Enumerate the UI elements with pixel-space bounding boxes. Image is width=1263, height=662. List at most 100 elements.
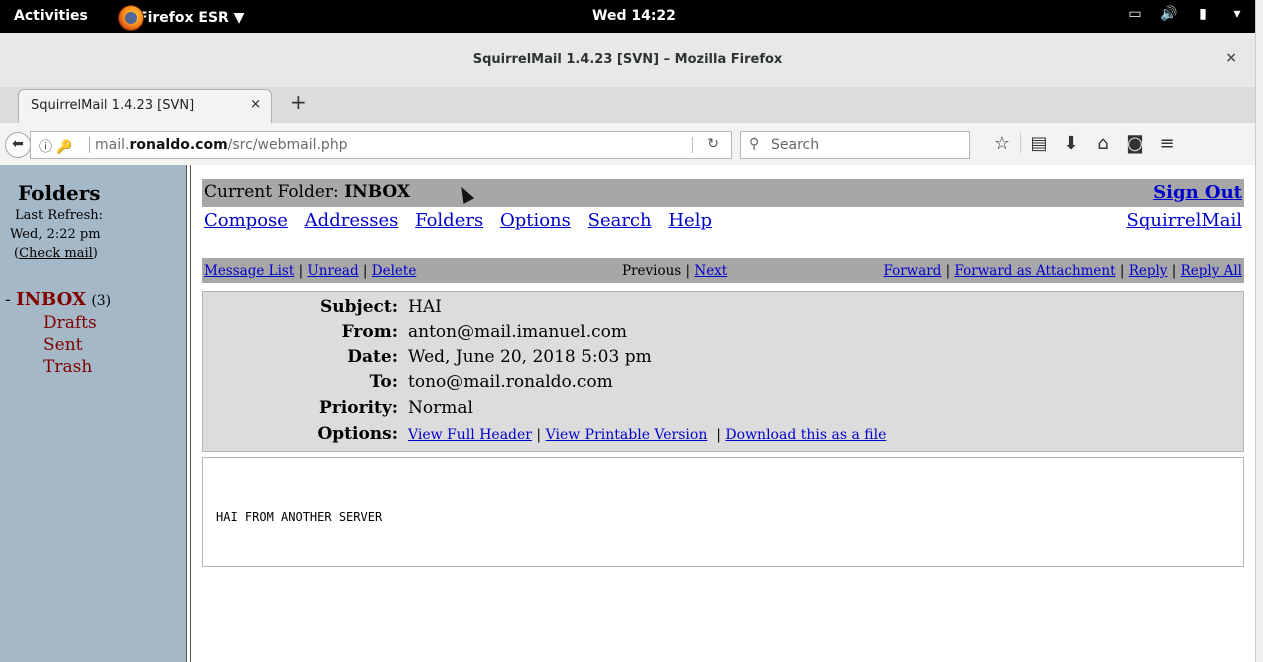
options-links: View Full Header | View Printable Versio… — [408, 427, 887, 443]
options-row: Options: View Full Header | View Printab… — [203, 424, 1243, 449]
system-top-bar: Activities Firefox ESR ▼ Wed 14:22 ▭ 🔊 ▮… — [0, 0, 1263, 33]
clock[interactable]: Wed 14:22 — [592, 8, 676, 24]
squirrelmail-link[interactable]: SquirrelMail — [1127, 210, 1243, 231]
message-list-actions: Message List | Unread | Delete — [204, 263, 417, 279]
forward-attachment-link[interactable]: Forward as Attachment — [955, 263, 1116, 279]
last-refresh-time: Wed, 2:22 pm — [10, 227, 101, 242]
tab-label: SquirrelMail 1.4.23 [SVN] — [31, 98, 195, 113]
navigation-toolbar: ⬅ ⓘ 🔑 mail.ronaldo.com/src/webmail.php ↻… — [0, 123, 1255, 166]
view-printable-link[interactable]: View Printable Version — [546, 427, 708, 443]
back-arrow-icon: ⬅ — [12, 136, 24, 152]
priority-row: Priority: Normal — [203, 398, 1243, 423]
nav-compose[interactable]: Compose — [204, 210, 288, 231]
app-menu-label: Firefox ESR ▼ — [138, 10, 245, 26]
tab-squirrelmail[interactable]: SquirrelMail 1.4.23 [SVN] × — [18, 89, 272, 123]
pocket-icon[interactable]: ◙ — [1119, 133, 1151, 154]
toolbar-icons: ☆ ▤ ⬇ ⌂ ◙ ≡ — [986, 133, 1183, 154]
current-folder-bar: Current Folder: INBOX Sign Out — [202, 179, 1244, 207]
unread-link[interactable]: Unread — [307, 263, 358, 279]
to-value: tono@mail.ronaldo.com — [408, 372, 613, 392]
window-close-button[interactable]: × — [1225, 50, 1237, 66]
nav-options[interactable]: Options — [500, 210, 571, 231]
message-action-bar: Message List | Unread | Delete Previous … — [202, 258, 1244, 283]
volume-icon: 🔊 — [1160, 6, 1178, 22]
tab-close-icon[interactable]: × — [250, 97, 261, 112]
priority-value: Normal — [408, 398, 473, 418]
site-info-icon[interactable]: ⓘ 🔑 — [39, 136, 72, 155]
back-button[interactable]: ⬅ — [5, 132, 31, 158]
delete-link[interactable]: Delete — [372, 263, 417, 279]
nav-help[interactable]: Help — [668, 210, 712, 231]
date-row: Date: Wed, June 20, 2018 5:03 pm — [203, 347, 1243, 372]
folders-title: Folders — [18, 181, 101, 205]
previous-label: Previous — [622, 263, 682, 279]
firefox-logo-icon — [118, 5, 144, 31]
message-pane: Current Folder: INBOX Sign Out Compose A… — [191, 165, 1255, 662]
forward-link[interactable]: Forward — [883, 263, 941, 279]
to-label: To: — [369, 372, 398, 392]
priority-label: Priority: — [319, 398, 398, 418]
nav-addresses[interactable]: Addresses — [305, 210, 399, 231]
screen-icon: ▭ — [1128, 6, 1142, 22]
check-mail-link[interactable]: Check mail — [19, 246, 93, 261]
download-file-link[interactable]: Download this as a file — [725, 427, 886, 443]
chevron-down-icon: ▾ — [1233, 6, 1241, 22]
folder-trash[interactable]: Trash — [5, 356, 111, 378]
to-row: To: tono@mail.ronaldo.com — [203, 372, 1243, 397]
new-tab-button[interactable]: + — [290, 90, 307, 114]
next-link[interactable]: Next — [694, 263, 727, 279]
message-headers: Subject: HAI From: anton@mail.imanuel.co… — [202, 291, 1244, 452]
reply-link[interactable]: Reply — [1129, 263, 1168, 279]
reading-list-icon[interactable]: ▤ — [1023, 133, 1055, 154]
message-list-link[interactable]: Message List — [204, 263, 294, 279]
nav-search[interactable]: Search — [588, 210, 652, 231]
date-value: Wed, June 20, 2018 5:03 pm — [408, 347, 652, 367]
menu-hamburger-icon[interactable]: ≡ — [1151, 133, 1183, 154]
window-edge-scrollbar[interactable] — [1255, 0, 1263, 662]
folder-dash: - — [5, 290, 11, 310]
downloads-icon[interactable]: ⬇ — [1055, 133, 1087, 154]
date-label: Date: — [347, 347, 398, 367]
folder-inbox[interactable]: - INBOX (3) — [5, 289, 111, 312]
sign-out-link[interactable]: Sign Out — [1153, 182, 1242, 203]
subject-value: HAI — [408, 297, 442, 317]
main-nav: Compose Addresses Folders Options Search… — [204, 210, 1244, 231]
last-refresh-label: Last Refresh: — [15, 208, 104, 223]
message-body: HAI FROM ANOTHER SERVER — [202, 457, 1244, 567]
home-icon[interactable]: ⌂ — [1087, 133, 1119, 154]
url-text[interactable]: mail.ronaldo.com/src/webmail.php — [95, 137, 348, 153]
view-full-header-link[interactable]: View Full Header — [408, 427, 532, 443]
message-body-text: HAI FROM ANOTHER SERVER — [216, 510, 383, 524]
folders-pane: Folders Last Refresh: Wed, 2:22 pm (Chec… — [0, 165, 186, 662]
reload-icon[interactable]: ↻ — [707, 136, 719, 152]
folder-drafts[interactable]: Drafts — [5, 312, 111, 334]
url-bar[interactable]: ⓘ 🔑 mail.ronaldo.com/src/webmail.php ↻ — [30, 131, 732, 159]
bookmark-star-icon[interactable]: ☆ — [986, 133, 1018, 154]
app-menu[interactable]: Firefox ESR ▼ — [118, 5, 244, 31]
window-title: SquirrelMail 1.4.23 [SVN] – Mozilla Fire… — [472, 52, 783, 67]
window-titlebar: SquirrelMail 1.4.23 [SVN] – Mozilla Fire… — [0, 33, 1255, 88]
search-placeholder: Search — [771, 137, 820, 153]
from-value: anton@mail.imanuel.com — [408, 322, 627, 342]
url-separator — [89, 137, 90, 153]
system-tray[interactable]: ▭ 🔊 ▮ ▾ — [1125, 6, 1247, 22]
activities-button[interactable]: Activities — [14, 8, 88, 24]
search-input[interactable]: ⚲ Search — [740, 131, 970, 159]
battery-icon: ▮ — [1199, 6, 1207, 22]
search-icon: ⚲ — [749, 136, 760, 152]
nav-folders[interactable]: Folders — [415, 210, 483, 231]
subject-label: Subject: — [320, 297, 398, 317]
folder-list: - INBOX (3) Drafts Sent Trash — [5, 289, 111, 378]
from-label: From: — [341, 322, 398, 342]
folder-inbox-count: (3) — [91, 293, 112, 309]
reply-all-link[interactable]: Reply All — [1181, 263, 1242, 279]
folder-inbox-label[interactable]: INBOX — [16, 289, 86, 310]
tab-bar: SquirrelMail 1.4.23 [SVN] × + — [0, 87, 1255, 124]
current-folder: Current Folder: INBOX — [204, 182, 411, 202]
check-mail-wrapper: (Check mail) — [14, 246, 98, 261]
folder-sent[interactable]: Sent — [5, 334, 111, 356]
reply-actions: Forward | Forward as Attachment | Reply … — [883, 263, 1242, 279]
subject-row: Subject: HAI — [203, 297, 1243, 322]
options-label: Options: — [317, 424, 398, 444]
prev-next: Previous | Next — [622, 263, 728, 279]
